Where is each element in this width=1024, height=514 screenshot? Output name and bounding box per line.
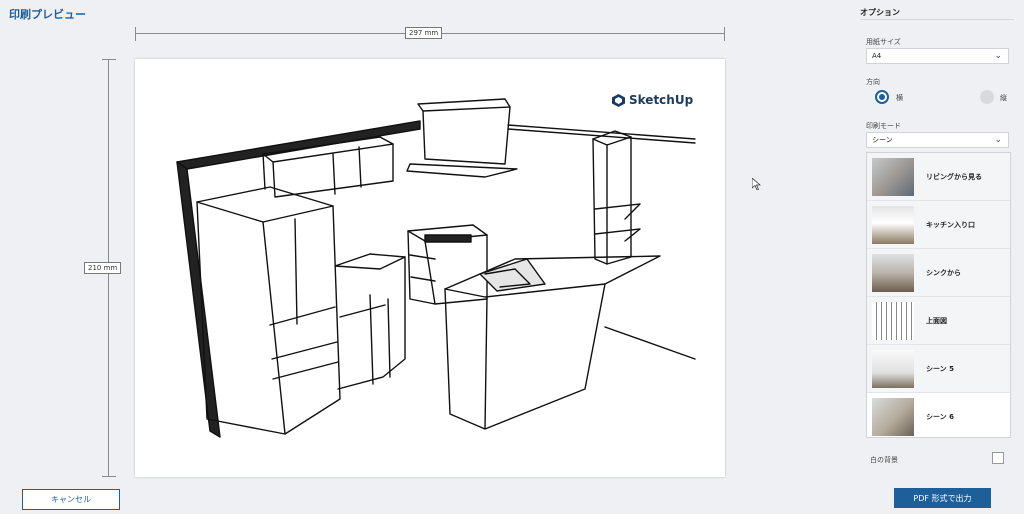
orientation-label: 方向 <box>866 78 880 86</box>
print-mode-value: シーン <box>872 136 893 144</box>
white-background-checkbox[interactable] <box>992 452 1004 464</box>
window-title: 印刷プレビュー <box>9 8 86 21</box>
sketchup-logo: SketchUp <box>612 93 693 107</box>
scene-label: シンクから <box>926 268 961 277</box>
scene-thumbnail <box>872 349 914 388</box>
scene-label: シーン 6 <box>926 412 954 421</box>
print-preview-paper: SketchUp <box>135 59 725 477</box>
scene-item[interactable]: 上面図 <box>867 297 1010 345</box>
portrait-label: 縦 <box>1000 94 1007 102</box>
cancel-button[interactable]: キャンセル <box>22 489 120 510</box>
scene-thumbnail <box>872 397 914 436</box>
options-panel: オプション 用紙サイズ A4 ⌄ 方向 横 縦 印刷モード シーン ⌄ リビング… <box>860 0 1024 514</box>
options-title: オプション <box>860 8 900 17</box>
portrait-radio[interactable] <box>980 90 994 104</box>
scene-label: 上面図 <box>926 316 947 325</box>
chevron-down-icon: ⌄ <box>994 135 1002 145</box>
scene-label: キッチン入り口 <box>926 220 975 229</box>
chevron-down-icon: ⌄ <box>994 51 1002 61</box>
scene-item-selected[interactable]: シーン 6 <box>867 393 1010 437</box>
scene-label: シーン 5 <box>926 364 954 373</box>
scene-item[interactable]: シンクから <box>867 249 1010 297</box>
scene-list: リビングから見る キッチン入り口 シンクから 上面図 シーン 5 シーン 6 <box>866 152 1011 438</box>
paper-size-value: A4 <box>872 52 882 60</box>
export-pdf-button[interactable]: PDF 形式で出力 <box>894 488 991 508</box>
width-dimension-label: 297 mm <box>405 27 443 39</box>
scene-thumbnail <box>872 253 914 292</box>
print-mode-label: 印刷モード <box>866 122 901 130</box>
sketchup-logo-icon <box>612 93 625 107</box>
kitchen-sketch-drawing <box>176 98 696 438</box>
mouse-cursor-icon <box>751 177 762 193</box>
scene-item[interactable]: キッチン入り口 <box>867 201 1010 249</box>
scene-thumbnail <box>872 301 914 340</box>
landscape-radio[interactable] <box>875 90 889 104</box>
scene-thumbnail <box>872 205 914 244</box>
white-background-label: 白の背景 <box>870 456 898 464</box>
options-divider <box>860 19 1014 20</box>
paper-size-select[interactable]: A4 ⌄ <box>866 48 1009 64</box>
sketchup-logo-text: SketchUp <box>629 93 694 107</box>
scene-label: リビングから見る <box>926 172 982 181</box>
scene-item[interactable]: シーン 5 <box>867 345 1010 393</box>
landscape-label: 横 <box>896 94 903 102</box>
height-dimension-label: 210 mm <box>84 262 122 274</box>
scene-item[interactable]: リビングから見る <box>867 153 1010 201</box>
print-mode-select[interactable]: シーン ⌄ <box>866 132 1009 148</box>
scene-thumbnail <box>872 157 914 196</box>
paper-size-label: 用紙サイズ <box>866 38 901 46</box>
